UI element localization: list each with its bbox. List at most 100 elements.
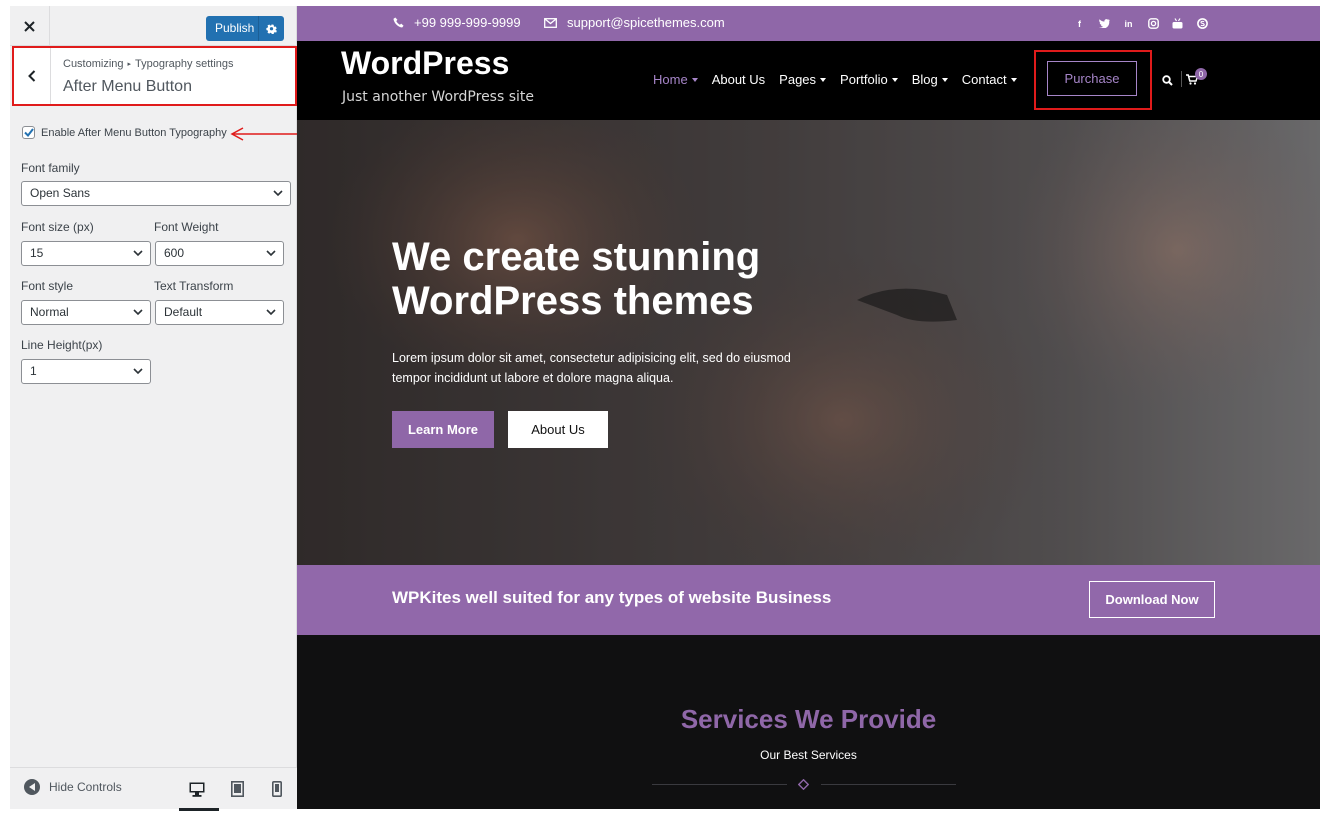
hero-description-line1: Lorem ipsum dolor sit amet, consectetur … bbox=[392, 351, 791, 365]
hero-title-line2: WordPress themes bbox=[392, 279, 754, 323]
preview-tablet-button[interactable] bbox=[227, 780, 247, 798]
chevron-down-icon bbox=[266, 250, 276, 257]
breadcrumb-root: Customizing bbox=[63, 58, 124, 70]
top-bar: +99 999-999-9999 support@spicethemes.com… bbox=[297, 6, 1320, 41]
font-family-value: Open Sans bbox=[30, 186, 91, 200]
search-icon[interactable] bbox=[1162, 75, 1173, 86]
cart-count-badge: 0 bbox=[1195, 68, 1207, 80]
menu-item-portfolio[interactable]: Portfolio bbox=[840, 72, 898, 87]
customizer-footer: Hide Controls bbox=[10, 767, 297, 811]
tablet-icon bbox=[230, 781, 244, 797]
separator-line bbox=[652, 784, 787, 785]
menu-item-pages[interactable]: Pages bbox=[779, 72, 827, 87]
enable-typography-checkbox[interactable] bbox=[22, 126, 35, 139]
font-size-value: 15 bbox=[30, 246, 44, 260]
font-size-label: Font size (px) bbox=[21, 220, 94, 234]
menu-item-about-us[interactable]: About Us bbox=[712, 72, 765, 87]
cta-band: WPKites well suited for any types of web… bbox=[297, 565, 1320, 635]
preview-mobile-button[interactable] bbox=[267, 780, 287, 798]
learn-more-button[interactable]: Learn More bbox=[392, 411, 494, 448]
close-button[interactable] bbox=[10, 6, 50, 46]
text-transform-label: Text Transform bbox=[154, 279, 234, 293]
dropdown-caret-icon bbox=[1010, 77, 1017, 82]
dropdown-caret-icon bbox=[891, 77, 898, 82]
nav-divider bbox=[1181, 71, 1182, 87]
site-header: WordPress Just another WordPress site Ho… bbox=[297, 41, 1320, 120]
twitter-icon[interactable] bbox=[1098, 17, 1111, 30]
font-weight-label: Font Weight bbox=[154, 220, 219, 234]
menu-item-label: Contact bbox=[961, 72, 1007, 87]
dropdown-caret-icon bbox=[941, 77, 948, 82]
cta-text: WPKites well suited for any types of web… bbox=[392, 588, 832, 607]
enable-typography-label[interactable]: Enable After Menu Button Typography bbox=[41, 127, 227, 139]
close-icon bbox=[24, 20, 35, 32]
breadcrumb-separator-icon: ▸ bbox=[127, 61, 132, 68]
preview-desktop-button[interactable] bbox=[179, 780, 219, 811]
section-header: Customizing ▸ Typography settings After Me… bbox=[12, 46, 297, 106]
line-height-select[interactable]: 1 bbox=[21, 359, 151, 384]
hero-description-line2: tempor incididunt ut labore et dolore ma… bbox=[392, 371, 674, 385]
site-preview: +99 999-999-9999 support@spicethemes.com… bbox=[297, 6, 1320, 809]
menu-item-contact[interactable]: Contact bbox=[962, 72, 1017, 87]
font-weight-select[interactable]: 600 bbox=[155, 241, 284, 266]
chevron-down-icon bbox=[133, 309, 143, 316]
linkedin-icon[interactable]: in bbox=[1122, 17, 1135, 30]
services-subtitle: Our Best Services bbox=[760, 748, 857, 762]
publish-settings-button[interactable] bbox=[259, 23, 284, 34]
dropdown-caret-icon bbox=[691, 77, 698, 82]
chevron-left-icon bbox=[28, 70, 36, 82]
youtube-icon[interactable] bbox=[1171, 17, 1184, 30]
enable-typography-control: Enable After Menu Button Typography bbox=[22, 126, 227, 139]
breadcrumb-parent: Typography settings bbox=[135, 58, 234, 70]
contact-email[interactable]: support@spicethemes.com bbox=[544, 15, 725, 30]
hide-controls-button[interactable]: Hide Controls bbox=[24, 779, 122, 795]
hide-controls-label: Hide Controls bbox=[49, 780, 122, 794]
chevron-down-icon bbox=[133, 368, 143, 375]
desktop-icon bbox=[189, 782, 205, 797]
publish-button[interactable]: Publish bbox=[206, 16, 284, 41]
about-us-button[interactable]: About Us bbox=[508, 411, 608, 448]
back-button[interactable] bbox=[14, 48, 51, 104]
contact-phone[interactable]: +99 999-999-9999 bbox=[393, 15, 521, 30]
hero-slider: We create stunning WordPress themes Lore… bbox=[297, 120, 1320, 565]
skype-icon[interactable] bbox=[1196, 17, 1209, 30]
download-now-button[interactable]: Download Now bbox=[1089, 581, 1215, 618]
chevron-down-icon bbox=[133, 250, 143, 257]
font-style-select[interactable]: Normal bbox=[21, 300, 151, 325]
diamond-separator-icon bbox=[798, 779, 809, 790]
line-height-value: 1 bbox=[30, 364, 37, 378]
hero-title: We create stunning WordPress themes bbox=[392, 235, 842, 323]
font-family-select[interactable]: Open Sans bbox=[21, 181, 291, 206]
chevron-down-icon bbox=[266, 309, 276, 316]
font-style-value: Normal bbox=[30, 305, 69, 319]
hero-background-image bbox=[297, 120, 1320, 565]
menu-item-label: Blog bbox=[911, 72, 938, 87]
breadcrumb: Customizing ▸ Typography settings bbox=[63, 58, 234, 70]
mobile-icon bbox=[272, 781, 282, 797]
services-title: Services We Provide bbox=[680, 704, 937, 734]
menu-item-label: Portfolio bbox=[840, 72, 888, 87]
site-title[interactable]: WordPress bbox=[341, 45, 509, 82]
chevron-down-icon bbox=[273, 190, 283, 197]
email-text: support@spicethemes.com bbox=[567, 15, 725, 30]
checkmark-icon bbox=[23, 128, 34, 137]
publish-label: Publish bbox=[206, 16, 259, 41]
line-height-label: Line Height(px) bbox=[21, 338, 103, 352]
section-title: After Menu Button bbox=[63, 78, 192, 95]
collapse-icon bbox=[24, 779, 40, 795]
social-links: f in bbox=[1073, 17, 1220, 30]
gear-icon bbox=[266, 24, 277, 34]
facebook-icon[interactable]: f bbox=[1073, 17, 1086, 30]
hero-description: Lorem ipsum dolor sit amet, consectetur … bbox=[392, 348, 832, 388]
dropdown-caret-icon bbox=[820, 77, 827, 82]
instagram-icon[interactable] bbox=[1147, 17, 1160, 30]
phone-icon bbox=[393, 17, 404, 28]
purchase-button[interactable]: Purchase bbox=[1047, 61, 1137, 96]
font-style-label: Font style bbox=[21, 279, 74, 293]
email-icon bbox=[544, 17, 557, 28]
menu-item-home[interactable]: Home bbox=[653, 72, 698, 87]
menu-item-blog[interactable]: Blog bbox=[912, 72, 948, 87]
text-transform-select[interactable]: Default bbox=[155, 300, 284, 325]
customizer-header: Publish bbox=[10, 6, 297, 46]
font-size-select[interactable]: 15 bbox=[21, 241, 151, 266]
